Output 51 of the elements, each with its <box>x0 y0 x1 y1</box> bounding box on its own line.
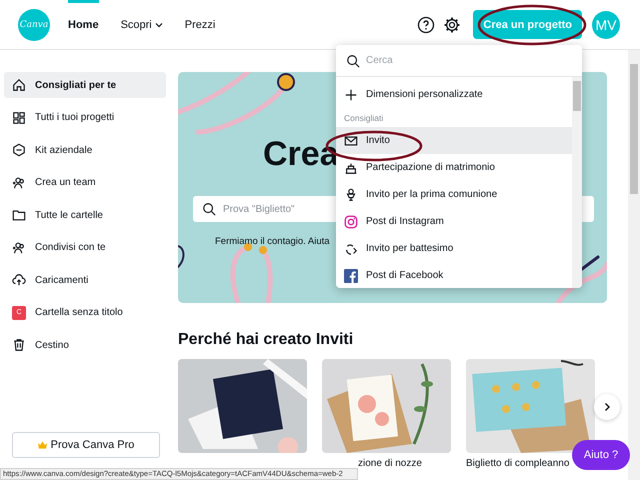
facebook-icon <box>344 268 358 282</box>
sidebar-item[interactable]: Caricamenti <box>4 267 166 293</box>
menu-item[interactable]: Invito per battesimo <box>336 235 572 262</box>
cake-icon <box>344 160 358 174</box>
card-caption: zione di nozze <box>357 458 423 469</box>
search-icon <box>202 202 216 216</box>
instagram-icon <box>344 214 358 228</box>
grid-icon <box>12 110 26 124</box>
menu-item[interactable]: Post di Facebook <box>336 262 572 288</box>
settings-icon[interactable] <box>443 16 462 34</box>
try-pro-button[interactable]: Prova Canva Pro <box>12 432 160 458</box>
crown-icon <box>38 441 47 449</box>
search-icon <box>346 54 360 68</box>
brand-kit-icon <box>12 143 26 157</box>
section-title: Perché hai creato Inviti <box>178 331 354 349</box>
menu-item[interactable]: Partecipazione di matrimonio <box>336 154 572 181</box>
custom-size-item[interactable]: Dimensioni personalizzate <box>336 81 572 108</box>
help-icon[interactable] <box>417 16 436 34</box>
card-caption: Biglietto di compleanno <box>466 458 570 469</box>
nav-link[interactable]: Prezzi <box>184 0 216 50</box>
sidebar-item[interactable]: Cestino <box>4 332 166 358</box>
group-label: Consigliati <box>343 112 384 125</box>
nav-link[interactable]: Scopri <box>120 0 163 50</box>
chalice-icon <box>344 188 358 202</box>
menu-item[interactable]: Invito per la prima comunione <box>336 181 572 208</box>
plus-icon <box>344 88 358 102</box>
sidebar-item[interactable]: Tutte le cartelle <box>4 202 166 228</box>
sidebar-item[interactable]: Crea un team <box>4 170 166 196</box>
envelope-icon <box>344 134 358 148</box>
chevron-right-icon <box>602 402 612 412</box>
page-scrollbar[interactable] <box>628 50 640 480</box>
trash-icon <box>12 338 26 352</box>
menu-search-field[interactable]: Cerca <box>336 45 582 76</box>
menu-item[interactable]: Post di Instagram <box>336 208 572 235</box>
cloud-upload-icon <box>12 273 26 287</box>
baby-icon <box>344 242 358 256</box>
hero-title: Crea <box>263 134 339 174</box>
sidebar-item[interactable]: Kit aziendale <box>4 137 166 163</box>
sidebar-item[interactable]: Consigliati per te <box>4 72 166 98</box>
add-people-icon <box>12 240 26 254</box>
sidebar-item[interactable]: Tutti i tuoi progetti <box>4 104 166 130</box>
folder-icon <box>12 208 26 222</box>
sidebar-item[interactable]: Condivisi con te <box>4 234 166 260</box>
menu-item[interactable]: Invito <box>336 127 572 154</box>
menu-scrollbar[interactable] <box>572 77 582 288</box>
home-icon <box>12 78 26 92</box>
nav-link[interactable]: Home <box>68 0 99 50</box>
add-people-icon <box>12 176 26 190</box>
hero-caption: Fermiamo il contagio. Aiuta <box>215 236 330 247</box>
help-button[interactable]: Aiuto ? <box>572 440 630 470</box>
next-button[interactable] <box>594 394 620 420</box>
